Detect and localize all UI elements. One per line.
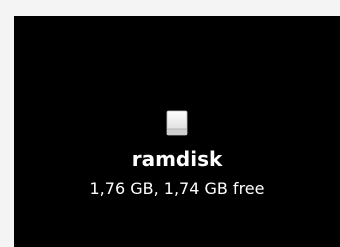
volume-name[interactable]: ramdisk — [132, 148, 223, 170]
volume-item-ramdisk[interactable]: ramdisk 1,76 GB, 1,74 GB free — [14, 108, 340, 198]
desktop: ramdisk 1,76 GB, 1,74 GB free — [14, 16, 340, 247]
volume-capacity-info: 1,76 GB, 1,74 GB free — [89, 179, 265, 198]
external-disk-icon[interactable] — [160, 108, 194, 138]
